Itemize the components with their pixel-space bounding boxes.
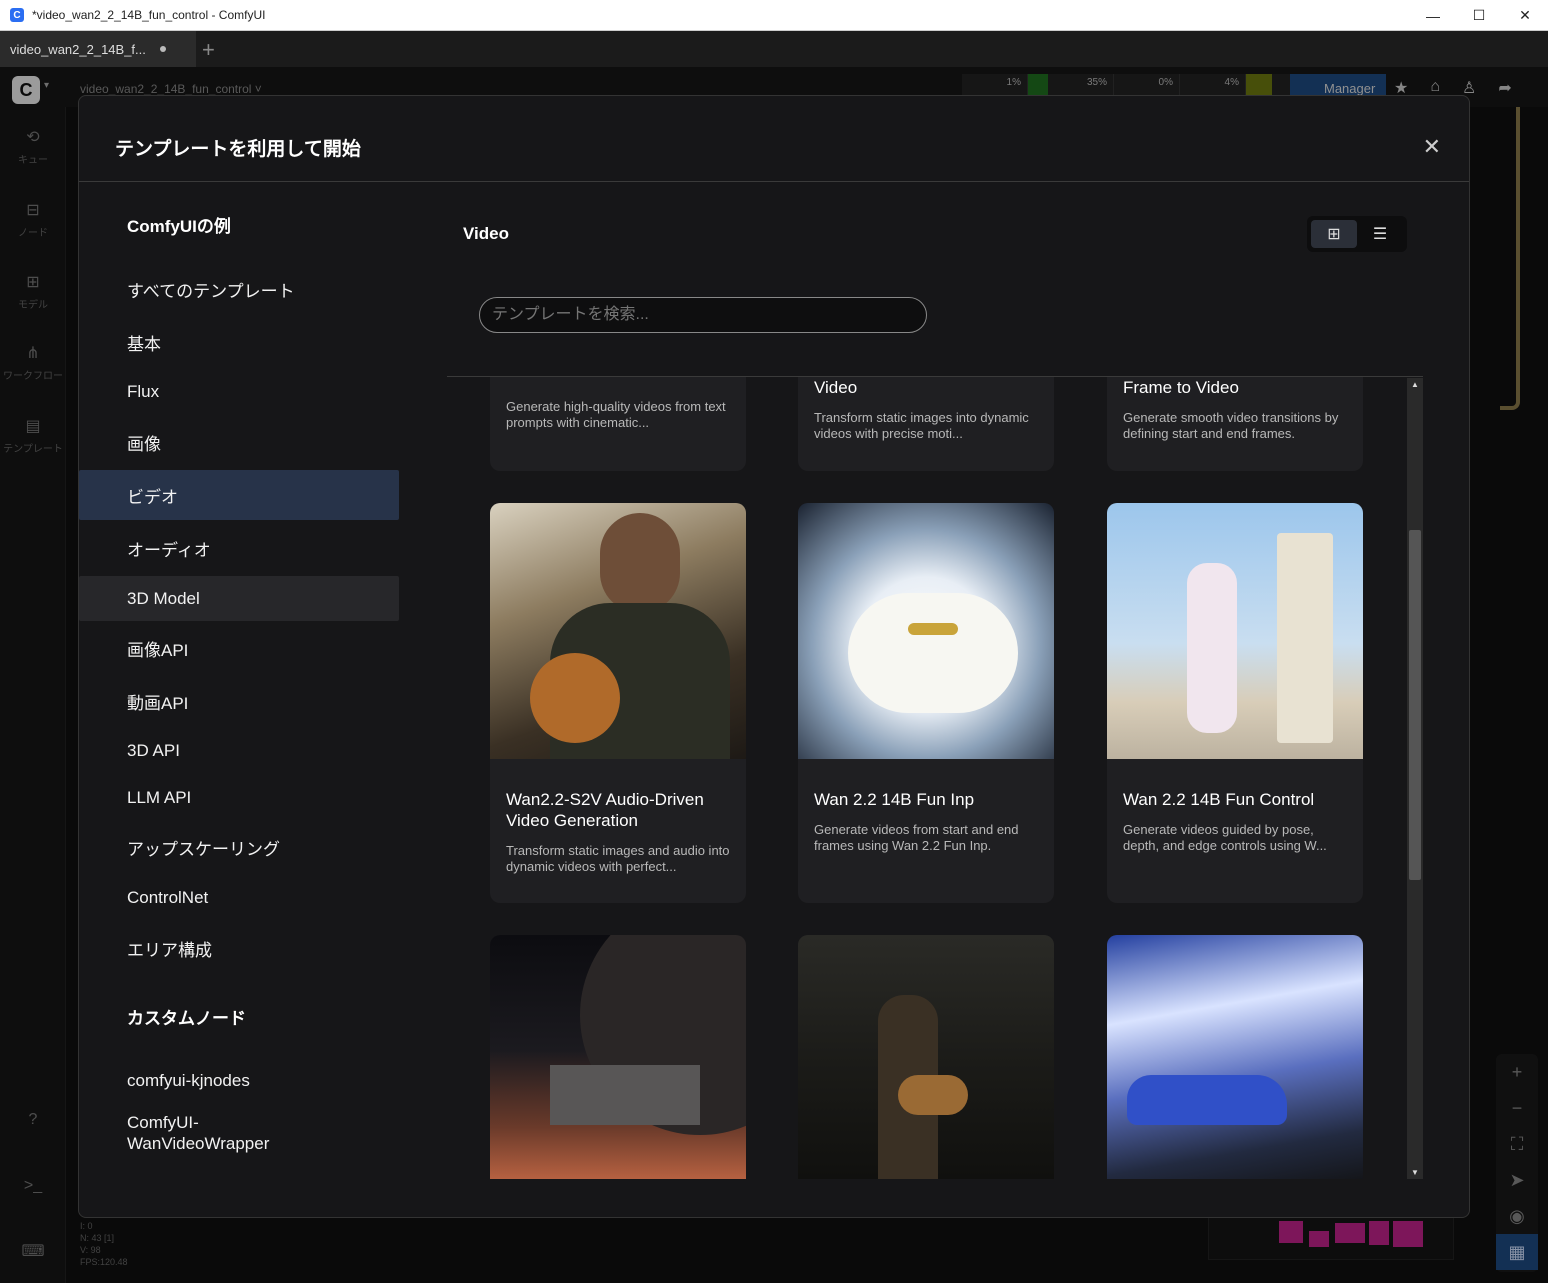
content-title: Video [463, 224, 509, 243]
list-view-icon[interactable]: ☰ [1357, 220, 1403, 248]
nav-item-audio[interactable]: オーディオ [79, 523, 399, 573]
card-title: Wan 2.2 14B Fun Inp [814, 790, 975, 809]
window-title: *video_wan2_2_14B_fun_control - ComfyUI [32, 8, 266, 22]
view-toggle: ⊞ ☰ [1307, 216, 1407, 252]
nav-item-flux[interactable]: Flux [79, 367, 399, 417]
dialog-header: テンプレートを利用して開始 ✕ [79, 96, 1469, 182]
card-thumbnail [1107, 503, 1363, 759]
card-description: Transform static images and audio into d… [506, 843, 730, 874]
card-thumbnail [798, 503, 1054, 759]
card-thumbnail [490, 503, 746, 759]
template-grid: Generate high-quality videos from text p… [447, 376, 1423, 1179]
guitar-shape [530, 653, 620, 743]
grid-view-icon[interactable]: ⊞ [1311, 220, 1357, 248]
nav-item-all-templates[interactable]: すべてのテンプレート [79, 264, 399, 314]
figure-shape [1187, 563, 1237, 733]
cat-shape [848, 593, 1018, 713]
template-card[interactable]: Frame to Video Generate smooth video tra… [1107, 377, 1363, 471]
maximize-button[interactable]: ☐ [1456, 0, 1502, 31]
window-titlebar: C *video_wan2_2_14B_fun_control - ComfyU… [0, 0, 1548, 31]
card-description: Generate videos guided by pose, depth, a… [1123, 822, 1327, 853]
nav-item-area-composition[interactable]: エリア構成 [79, 923, 399, 973]
card-title: Video [814, 378, 858, 397]
nav-item-image[interactable]: 画像 [79, 417, 399, 467]
template-card-s2v[interactable]: Wan2.2-S2V Audio-Driven Video Generation… [490, 503, 746, 903]
nav-item-wanvideowrapper[interactable]: ComfyUI- WanVideoWrapper [79, 1111, 399, 1155]
card-description: Transform static images into dynamic vid… [814, 410, 1029, 441]
app-icon: C [10, 8, 24, 22]
card-description: Generate smooth video transitions by def… [1123, 410, 1339, 441]
nav-item-3d-api[interactable]: 3D API [79, 726, 399, 776]
station-shape [550, 1065, 700, 1125]
portrait-shape [600, 513, 680, 613]
nav-item-controlnet[interactable]: ControlNet [79, 873, 399, 923]
card-description: Generate videos from start and end frame… [814, 822, 1019, 853]
template-card[interactable]: Video Transform static images into dynam… [798, 377, 1054, 471]
nav-item-upscaling[interactable]: アップスケーリング [79, 822, 399, 872]
card-title: Wan 2.2 14B Fun Control [1123, 790, 1315, 809]
workflow-tab-label: video_wan2_2_14B_f... [10, 41, 146, 57]
template-card[interactable] [1107, 935, 1363, 1179]
nav-section-custom-nodes: カスタムノード [127, 1009, 246, 1028]
workflow-tab[interactable]: video_wan2_2_14B_f... [0, 31, 196, 67]
card-thumbnail [798, 935, 1054, 1179]
card-thumbnail [1107, 935, 1363, 1179]
card-title: Frame to Video [1123, 378, 1239, 397]
close-icon[interactable]: ✕ [1423, 134, 1441, 160]
gold-accent-shape [908, 623, 958, 635]
card-thumbnail [490, 935, 746, 1179]
card-title: Wan2.2-S2V Audio-Driven Video Generation [506, 790, 704, 830]
template-card[interactable] [490, 935, 746, 1179]
minimize-button[interactable]: — [1410, 0, 1456, 31]
nav-item-llm-api[interactable]: LLM API [79, 773, 399, 823]
nav-item-kjnodes[interactable]: comfyui-kjnodes [79, 1056, 399, 1106]
nav-item-3d-model[interactable]: 3D Model [79, 576, 399, 621]
card-description: Generate high-quality videos from text p… [506, 399, 726, 430]
template-category-nav: ComfyUIの例 すべてのテンプレート 基本 Flux 画像 ビデオ オーディ… [79, 182, 399, 1217]
close-window-button[interactable]: ✕ [1502, 0, 1548, 31]
window-controls: — ☐ ✕ [1410, 0, 1548, 31]
tower-shape [1277, 533, 1333, 743]
scroll-up-icon[interactable]: ▲ [1407, 380, 1423, 389]
template-search-input[interactable] [479, 297, 927, 333]
template-card[interactable] [798, 935, 1054, 1179]
car-shape [1127, 1075, 1287, 1125]
add-tab-button[interactable]: + [202, 37, 215, 63]
nav-item-video[interactable]: ビデオ [79, 470, 399, 520]
guitar-shape [898, 1075, 968, 1115]
nav-item-video-api[interactable]: 動画API [79, 676, 399, 726]
template-dialog: テンプレートを利用して開始 ✕ ComfyUIの例 すべてのテンプレート 基本 … [78, 95, 1470, 1218]
template-card-fun-control[interactable]: Wan 2.2 14B Fun Control Generate videos … [1107, 503, 1363, 903]
scrollbar-thumb[interactable] [1409, 530, 1421, 880]
nav-section-examples: ComfyUIの例 [127, 217, 231, 236]
template-card-fun-inp[interactable]: Wan 2.2 14B Fun Inp Generate videos from… [798, 503, 1054, 903]
nav-item-image-api[interactable]: 画像API [79, 623, 399, 673]
tab-strip: video_wan2_2_14B_f... + [0, 31, 1548, 67]
dialog-title: テンプレートを利用して開始 [115, 139, 361, 160]
template-card[interactable]: Generate high-quality videos from text p… [490, 377, 746, 471]
unsaved-dot-icon [159, 46, 166, 52]
nav-item-basic[interactable]: 基本 [79, 317, 399, 367]
scroll-down-icon[interactable]: ▼ [1407, 1168, 1423, 1177]
grid-scrollbar[interactable]: ▲ ▼ [1407, 378, 1423, 1179]
